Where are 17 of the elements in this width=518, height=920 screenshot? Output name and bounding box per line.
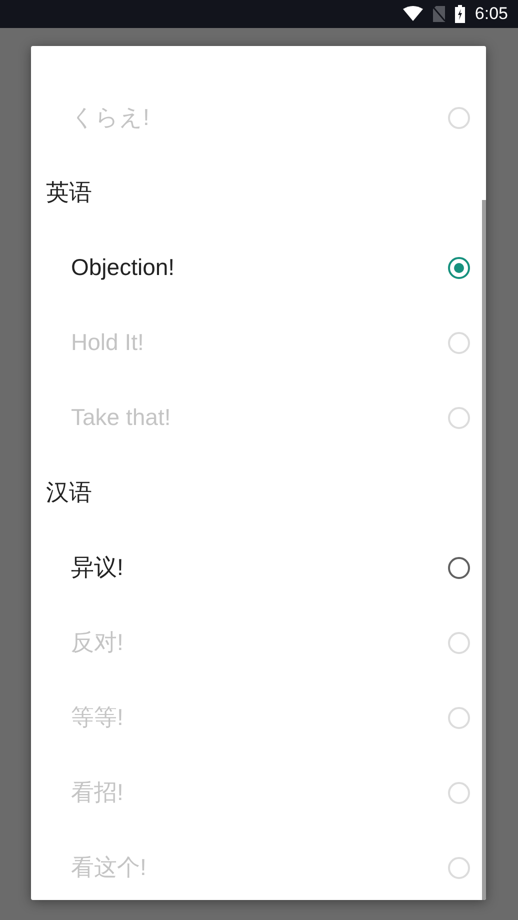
option-label: 看招! — [71, 778, 124, 807]
clock-time: 6:05 — [474, 4, 508, 24]
section-header: 汉语 — [45, 478, 93, 507]
radio-button[interactable] — [448, 556, 470, 578]
option-label: 反对! — [71, 628, 124, 657]
option-label: 看这个! — [71, 853, 146, 882]
radio-button[interactable] — [448, 256, 470, 278]
option-label: Objection! — [71, 254, 175, 281]
no-sim-icon — [432, 6, 445, 22]
option-label: Take that! — [71, 404, 171, 431]
option-label: 等等! — [71, 703, 124, 732]
option-label: 异议! — [71, 553, 124, 582]
battery-charging-icon — [454, 5, 465, 23]
wifi-icon — [402, 6, 423, 22]
option-label: くらえ! — [71, 103, 150, 132]
option-label: Hold It! — [71, 329, 144, 356]
section-header: 英语 — [45, 178, 93, 207]
